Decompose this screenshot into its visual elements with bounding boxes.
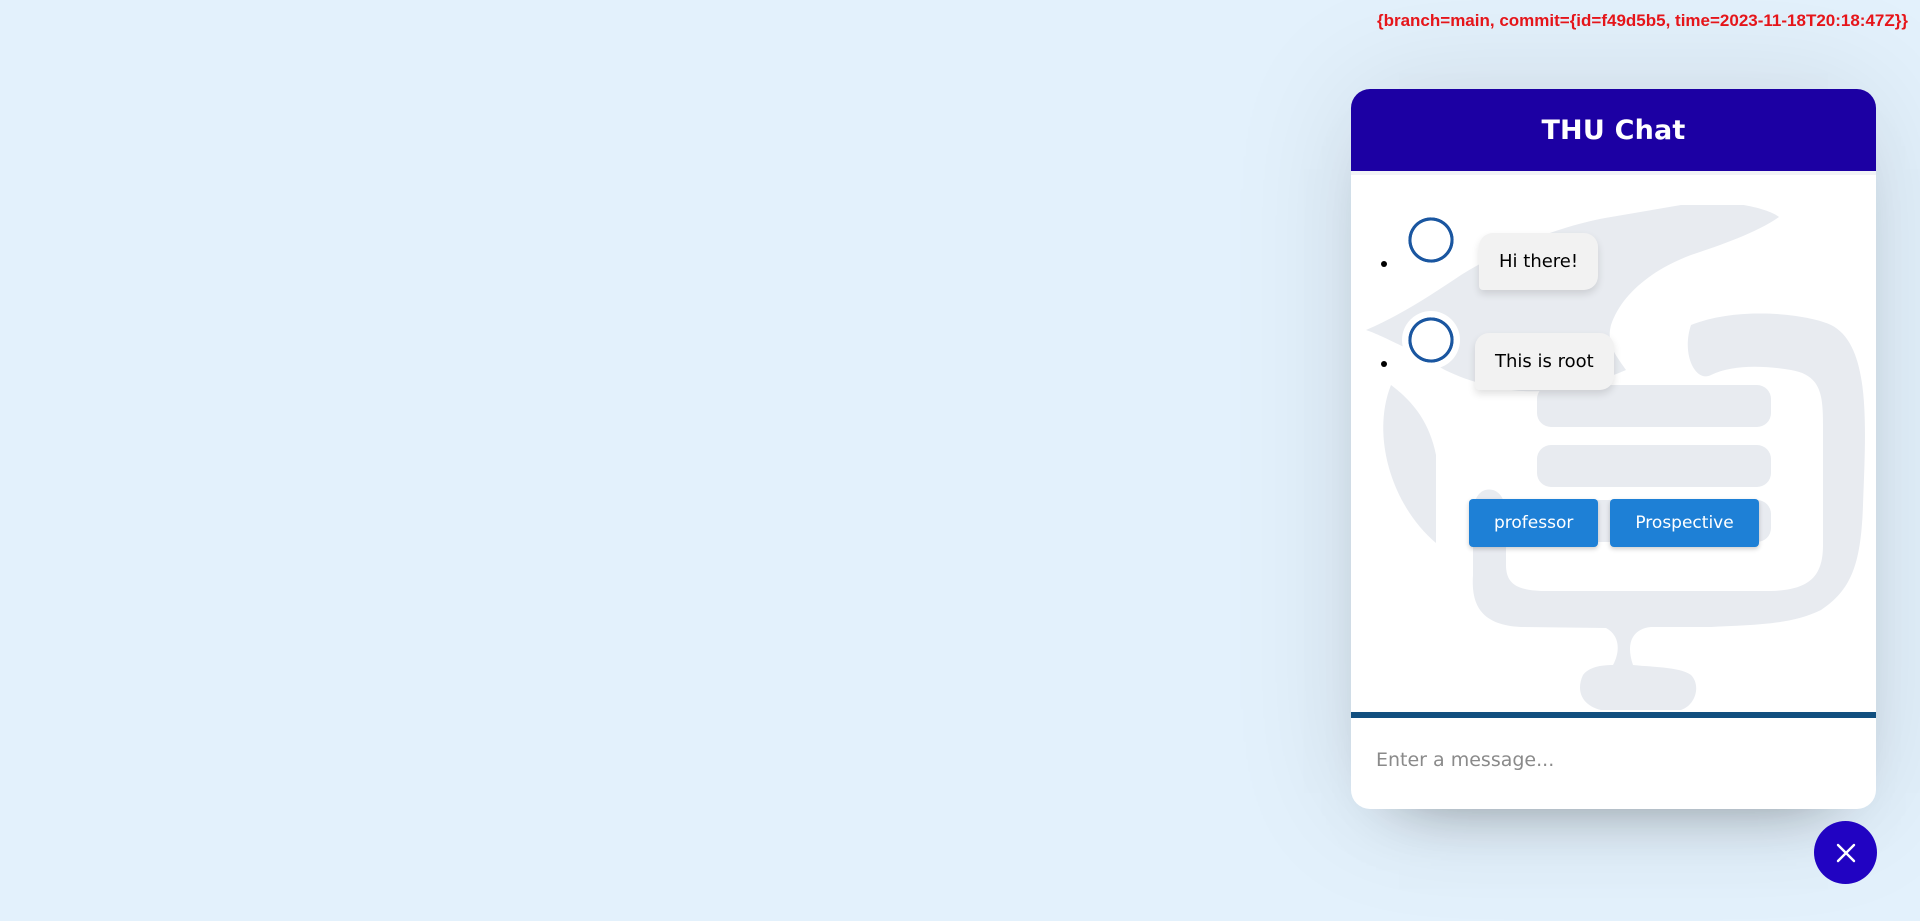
close-icon [1836, 843, 1855, 862]
chat-body[interactable]: Hi there! This is root professor Prospec… [1351, 171, 1876, 712]
spiral-logo-icon [1402, 211, 1460, 269]
chat-header: THU Chat [1351, 89, 1876, 171]
option-button-prospective[interactable]: Prospective [1610, 499, 1759, 547]
list-item: This is root [1373, 311, 1876, 411]
chat-input-area [1351, 712, 1876, 809]
message-input[interactable] [1376, 748, 1816, 779]
spiral-logo-icon [1402, 311, 1460, 369]
chatbot-toggle-button[interactable] [1814, 821, 1877, 884]
chat-title: THU Chat [1541, 114, 1686, 146]
option-button-professor[interactable]: professor [1469, 499, 1599, 547]
quick-reply-options: professor Prospective [1469, 499, 1759, 547]
chatbot-window: THU Chat Hi there! This is root professo… [1351, 89, 1876, 809]
chat-message-bubble: Hi there! [1479, 233, 1599, 290]
chat-message-bubble: This is root [1475, 333, 1614, 390]
list-item: Hi there! [1373, 211, 1876, 311]
list-bullet [1381, 261, 1387, 267]
list-bullet [1381, 361, 1387, 367]
build-info-text: {branch=main, commit={id=f49d5b5, time=2… [1376, 11, 1908, 30]
message-list: Hi there! This is root [1351, 175, 1876, 411]
